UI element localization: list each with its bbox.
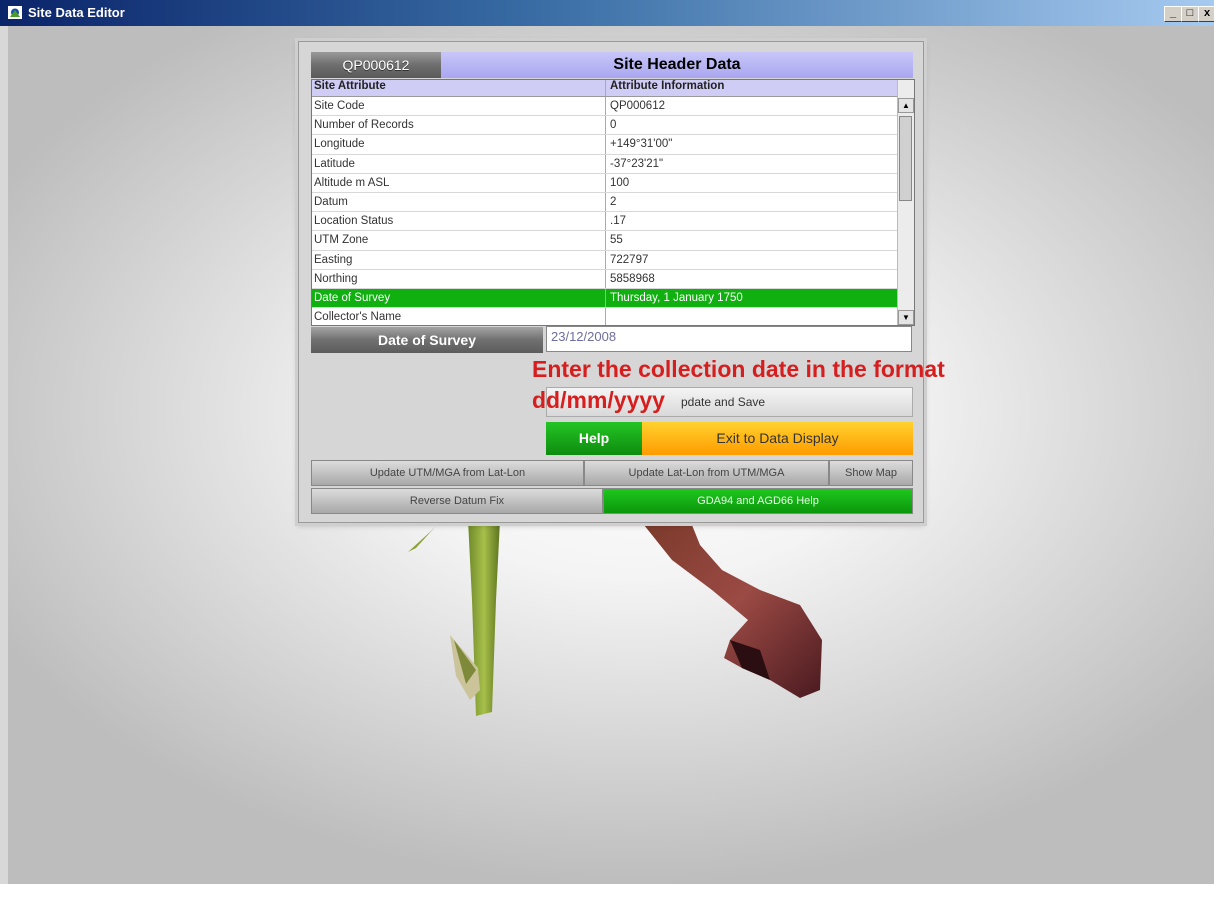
attribute-cell: Date of Survey (312, 288, 606, 308)
value-cell: .17 (610, 215, 626, 228)
grid-header: Site Attribute Attribute Information (312, 80, 914, 97)
scroll-up-icon[interactable]: ▲ (898, 98, 914, 113)
scroll-thumb[interactable] (899, 116, 912, 201)
value-cell: 5858968 (610, 272, 655, 285)
value-cell: 2 (610, 195, 617, 208)
value-cell: Thursday, 1 January 1750 (610, 291, 743, 304)
attribute-grid[interactable]: Site Attribute Attribute Information Sit… (311, 79, 915, 326)
attribute-cell: Collector's Name (312, 308, 606, 325)
exit-to-data-display-button[interactable]: Exit to Data Display (642, 422, 913, 455)
attribute-cell: Site Code (312, 97, 606, 116)
table-row[interactable]: UTM Zone 55 (312, 231, 914, 251)
attribute-cell: Northing (312, 269, 606, 288)
help-button[interactable]: Help (546, 422, 642, 455)
table-row[interactable]: Latitude -37°23'21" (312, 154, 914, 174)
annotation-line-1: Enter the collection date in the format (532, 356, 945, 382)
site-code-tab[interactable]: QP000612 (311, 52, 441, 78)
attribute-cell: Number of Records (312, 116, 606, 135)
button-row-2: Reverse Datum Fix GDA94 and AGD66 Help (311, 488, 913, 514)
table-row[interactable]: Easting 722797 (312, 250, 914, 270)
value-cell: 100 (610, 176, 630, 189)
attribute-cell: Easting (312, 250, 606, 269)
table-row[interactable]: Longitude +149°31'00" (312, 135, 914, 155)
attribute-cell: Altitude m ASL (312, 173, 606, 192)
table-row[interactable]: Number of Records 0 (312, 116, 914, 136)
attribute-cell: Location Status (312, 212, 606, 231)
table-row[interactable]: Collector's Name (312, 308, 914, 325)
instruction-annotation: Enter the collection date in the format … (532, 354, 945, 416)
table-row[interactable]: Site Code QP000612 (312, 97, 914, 117)
value-cell: 722797 (610, 253, 649, 266)
column-header-information: Attribute Information (610, 80, 725, 92)
button-row-1: Update UTM/MGA from Lat-Lon Update Lat-L… (311, 460, 913, 486)
grid-scrollbar[interactable]: ▲ ▼ (897, 80, 914, 325)
value-cell: +149°31'00" (610, 138, 673, 151)
show-map-button[interactable]: Show Map (829, 460, 913, 486)
grid-body: Site Code QP000612 Number of Records 0 Longi… (312, 97, 914, 325)
table-row[interactable]: Altitude m ASL 100 (312, 173, 914, 193)
attribute-cell: Longitude (312, 135, 606, 154)
site-header-dialog: QP000612 Site Header Data Site Attribute… (298, 41, 924, 523)
scroll-down-icon[interactable]: ▼ (898, 310, 914, 325)
value-cell: QP000612 (610, 100, 665, 112)
attribute-cell: Latitude (312, 154, 606, 173)
gda94-agd66-help-button[interactable]: GDA94 and AGD66 Help (603, 488, 913, 514)
table-row[interactable]: Northing 5858968 (312, 269, 914, 289)
attribute-cell: Datum (312, 192, 606, 212)
table-row[interactable]: Location Status .17 (312, 212, 914, 232)
value-cell (606, 308, 897, 325)
dialog-title: Site Header Data (441, 52, 913, 78)
value-cell: 0 (610, 119, 617, 132)
update-latlon-from-utm-button[interactable]: Update Lat-Lon from UTM/MGA (584, 460, 829, 486)
value-cell: 55 (610, 234, 623, 247)
date-of-survey-input[interactable]: 23/12/2008 (546, 326, 912, 352)
attribute-cell: UTM Zone (312, 231, 606, 250)
field-label: Date of Survey (311, 327, 543, 353)
table-row[interactable]: Date of Survey Thursday, 1 January 1750 (312, 288, 914, 309)
column-header-attribute: Site Attribute (312, 80, 606, 96)
table-row[interactable]: Datum 2 (312, 192, 914, 213)
reverse-datum-fix-button[interactable]: Reverse Datum Fix (311, 488, 603, 514)
update-utm-from-latlon-button[interactable]: Update UTM/MGA from Lat-Lon (311, 460, 584, 486)
value-cell: -37°23'21" (610, 157, 664, 170)
annotation-line-2: dd/mm/yyyy (532, 387, 665, 413)
